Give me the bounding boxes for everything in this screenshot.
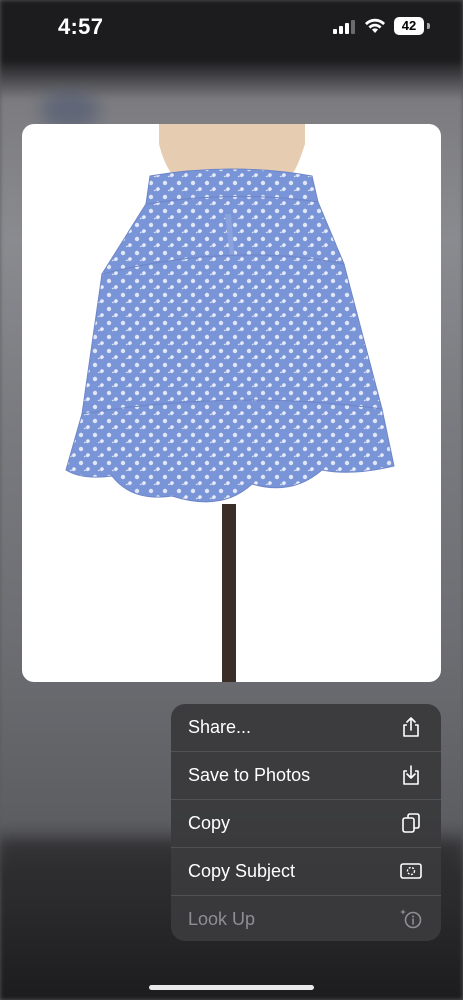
menu-item-look-up[interactable]: Look Up (171, 896, 441, 941)
share-icon (403, 717, 419, 737)
copy-icon (402, 813, 420, 833)
status-time: 4:57 (58, 14, 104, 39)
look-up-icon (400, 909, 422, 929)
battery-icon: 42 (394, 17, 430, 35)
menu-item-label: Copy Subject (188, 861, 296, 881)
photo-preview[interactable] (22, 124, 441, 682)
menu-item-label: Share... (188, 717, 252, 737)
status-bar: 4:57 42 (0, 0, 463, 56)
battery-level: 42 (394, 17, 424, 35)
skirt-photo (65, 124, 395, 682)
menu-item-copy[interactable]: Copy (171, 800, 441, 848)
menu-item-label: Copy (188, 813, 231, 833)
menu-item-share[interactable]: Share... (171, 704, 441, 752)
menu-item-label: Look Up (188, 909, 256, 929)
save-download-icon (403, 765, 419, 785)
menu-item-label: Save to Photos (188, 765, 311, 785)
wifi-icon (364, 17, 386, 35)
home-indicator[interactable] (149, 985, 314, 990)
menu-item-copy-subject[interactable]: Copy Subject (171, 848, 441, 896)
copy-subject-icon (400, 863, 422, 879)
menu-item-save-to-photos[interactable]: Save to Photos (171, 752, 441, 800)
cellular-signal-icon (333, 20, 355, 34)
context-menu: Share... Save to Photos Copy Copy Subjec… (171, 704, 441, 941)
